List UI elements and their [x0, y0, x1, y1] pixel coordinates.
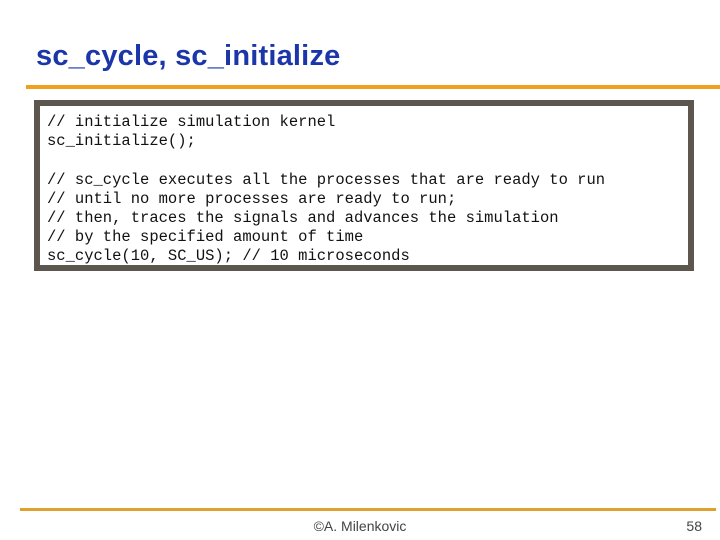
code-line: // then, traces the signals and advances… [47, 209, 559, 228]
code-line: // until no more processes are ready to … [47, 189, 457, 208]
code-line: // sc_cycle executes all the processes t… [47, 170, 606, 189]
code-line: // by the specified amount of time [47, 228, 364, 247]
title-divider [26, 85, 720, 89]
slide-title: sc_cycle, sc_initialize [36, 40, 341, 72]
code-line: // initialize simulation kernel [47, 113, 336, 131]
code-line: sc_cycle(10, SC_US); // 10 microseconds [47, 247, 410, 266]
page-number: 58 [686, 518, 702, 534]
code-line: sc_initialize(); [47, 132, 196, 151]
footer-divider [20, 508, 716, 511]
footer-author: ©A. Milenkovic [313, 518, 407, 534]
code-block: // initialize simulation kernel sc_initia… [34, 100, 694, 271]
